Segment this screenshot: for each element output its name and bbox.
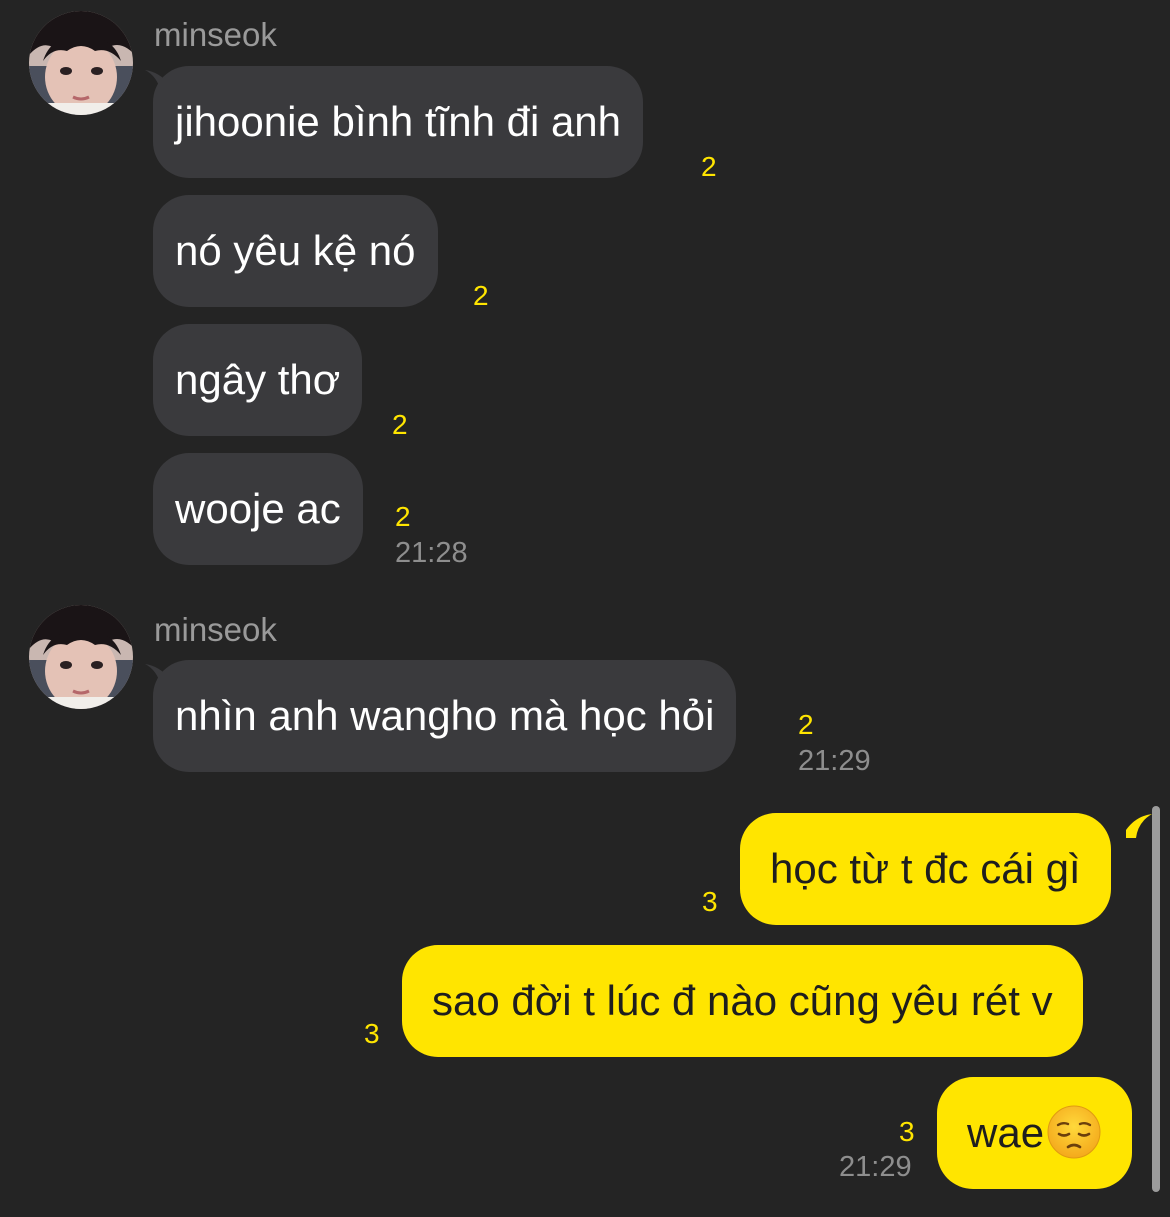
unread-count: 2 bbox=[395, 501, 411, 532]
message-bubble-incoming[interactable]: jihoonie bình tĩnh đi anh bbox=[153, 66, 644, 178]
pensive-face-icon bbox=[1047, 1105, 1101, 1159]
unread-count: 2 bbox=[701, 151, 717, 182]
message-bubble-incoming[interactable]: nhìn anh wangho mà học hỏi bbox=[153, 660, 737, 772]
message-bubble-outgoing[interactable]: sao đời t lúc đ nào cũng yêu rét v bbox=[402, 945, 1083, 1057]
message-bubble-incoming[interactable]: ngây thơ bbox=[153, 324, 363, 436]
unread-count: 3 bbox=[702, 886, 718, 917]
message-bubble-incoming[interactable]: nó yêu kệ nó bbox=[153, 195, 438, 307]
unread-count: 3 bbox=[899, 1116, 915, 1147]
avatar[interactable] bbox=[29, 11, 133, 115]
message-timestamp: 21:29 bbox=[839, 1151, 912, 1183]
sender-name: minseok bbox=[154, 16, 277, 53]
scrollbar[interactable] bbox=[1152, 806, 1160, 1192]
chat-view[interactable]: minseok jihoonie bình tĩnh đi anh 2 nó y… bbox=[0, 0, 1170, 1217]
unread-count: 2 bbox=[392, 409, 408, 440]
profile-photo-icon bbox=[29, 605, 133, 709]
unread-count: 3 bbox=[364, 1018, 380, 1049]
bubble-tail bbox=[1126, 814, 1152, 838]
message-timestamp: 21:29 bbox=[798, 745, 871, 777]
message-bubble-outgoing[interactable]: wae bbox=[937, 1077, 1133, 1189]
message-bubble-outgoing[interactable]: học từ t đc cái gì bbox=[740, 813, 1111, 925]
message-text: wae bbox=[967, 1109, 1045, 1156]
unread-count: 2 bbox=[473, 280, 489, 311]
profile-photo-icon bbox=[29, 11, 133, 115]
unread-count: 2 bbox=[798, 709, 814, 740]
sender-name: minseok bbox=[154, 611, 277, 648]
message-timestamp: 21:28 bbox=[395, 537, 468, 569]
avatar[interactable] bbox=[29, 605, 133, 709]
message-bubble-incoming[interactable]: wooje ac bbox=[153, 453, 363, 565]
